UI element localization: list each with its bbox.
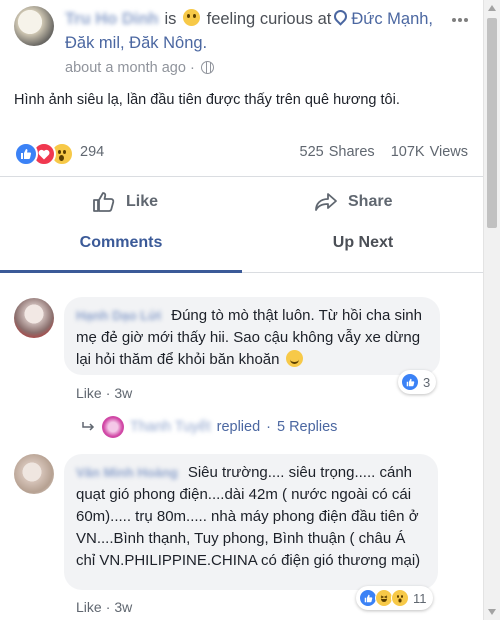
commenter-avatar[interactable] bbox=[14, 454, 54, 494]
meta-separator: · bbox=[189, 60, 195, 76]
comment-like-link[interactable]: Like bbox=[76, 599, 102, 615]
comment-reaction-count: 3 bbox=[423, 374, 431, 390]
like-button[interactable]: Like bbox=[92, 185, 158, 219]
commenter-name[interactable]: Văn Minh Hoàng bbox=[76, 462, 178, 484]
feeling-text: feeling curious at bbox=[206, 10, 332, 28]
comment-bubble: Hạnh Dạo Lửi Đúng tò mò thật luôn. Từ hồi… bbox=[64, 297, 440, 375]
replier-avatar bbox=[102, 416, 124, 438]
comment-meta: Like · 3w bbox=[76, 599, 132, 615]
meta-separator: · bbox=[105, 385, 111, 401]
share-arrow-icon bbox=[315, 193, 337, 211]
commenter-name[interactable]: Hạnh Dạo Lửi bbox=[76, 305, 161, 327]
post-body: Hình ảnh siêu lạ, lần đầu tiên được thấy… bbox=[14, 92, 400, 108]
shares-count[interactable]: 525 Shares bbox=[300, 144, 375, 160]
location-pin-icon bbox=[331, 7, 351, 26]
smile-emoji-icon bbox=[285, 350, 303, 367]
replier-name: Thanh Tuyết bbox=[130, 419, 211, 435]
comment-reaction-count: 11 bbox=[413, 590, 427, 606]
post-meta: about a month ago · bbox=[65, 60, 214, 76]
post-header-text: Tru Ho Dinh is feeling curious at Đức Mạnh… bbox=[65, 7, 465, 55]
share-label: Share bbox=[348, 193, 393, 210]
active-tab-indicator bbox=[0, 270, 242, 273]
post-view: Tru Ho Dinh is feeling curious at Đức Mạnh… bbox=[0, 0, 484, 620]
author-name[interactable]: Tru Ho Dinh bbox=[65, 7, 159, 31]
scrollbar-thumb[interactable] bbox=[487, 18, 497, 228]
views-count: 107K Views bbox=[390, 144, 468, 160]
comment-reactions[interactable]: 11 bbox=[356, 586, 433, 610]
more-options-icon[interactable] bbox=[450, 10, 470, 30]
globe-icon bbox=[200, 61, 214, 74]
comment-bubble: Văn Minh Hoàng Siêu trường.... siêu trọng… bbox=[64, 454, 438, 590]
commenter-avatar[interactable] bbox=[14, 298, 54, 338]
tab-up-next[interactable]: Up Next bbox=[242, 234, 484, 252]
tab-comments[interactable]: Comments bbox=[0, 234, 242, 252]
share-button[interactable]: Share bbox=[314, 185, 392, 219]
view-replies-link[interactable]: Thanh Tuyết replied · 5 Replies bbox=[82, 416, 337, 438]
comment-like-link[interactable]: Like bbox=[76, 385, 102, 401]
comment-time[interactable]: 3w bbox=[114, 599, 132, 615]
scroll-up-arrow-icon[interactable] bbox=[488, 5, 496, 11]
comment-meta: Like · 3w bbox=[76, 385, 132, 401]
like-label: Like bbox=[126, 193, 159, 210]
curious-emoji-icon bbox=[183, 9, 201, 26]
comment-time[interactable]: 3w bbox=[114, 385, 132, 401]
replies-count: 5 Replies bbox=[276, 419, 338, 435]
post-header: Tru Ho Dinh is feeling curious at Đức Mạnh… bbox=[14, 6, 474, 80]
comment-reactions[interactable]: 3 bbox=[398, 370, 437, 394]
thumbs-up-icon bbox=[93, 192, 115, 212]
post-time[interactable]: about a month ago bbox=[65, 60, 186, 76]
reaction-count[interactable]: 294 bbox=[80, 144, 104, 160]
wow-reaction-icon bbox=[391, 589, 409, 607]
like-reaction-icon bbox=[401, 373, 419, 391]
feeling-prefix: is bbox=[164, 10, 177, 28]
vertical-scrollbar[interactable] bbox=[483, 0, 500, 620]
meta-separator: · bbox=[105, 599, 111, 615]
action-bar: Like Share bbox=[0, 176, 484, 227]
reply-arrow-icon bbox=[82, 422, 95, 431]
author-avatar[interactable] bbox=[14, 6, 54, 46]
replies-separator: · bbox=[266, 419, 271, 435]
comment-tabs: Comments Up Next bbox=[0, 226, 484, 273]
scroll-down-arrow-icon[interactable] bbox=[488, 609, 496, 615]
like-reaction-icon bbox=[14, 142, 38, 166]
post-stats: 525 Shares 107K Views bbox=[300, 144, 468, 160]
replied-label: replied bbox=[216, 419, 261, 435]
